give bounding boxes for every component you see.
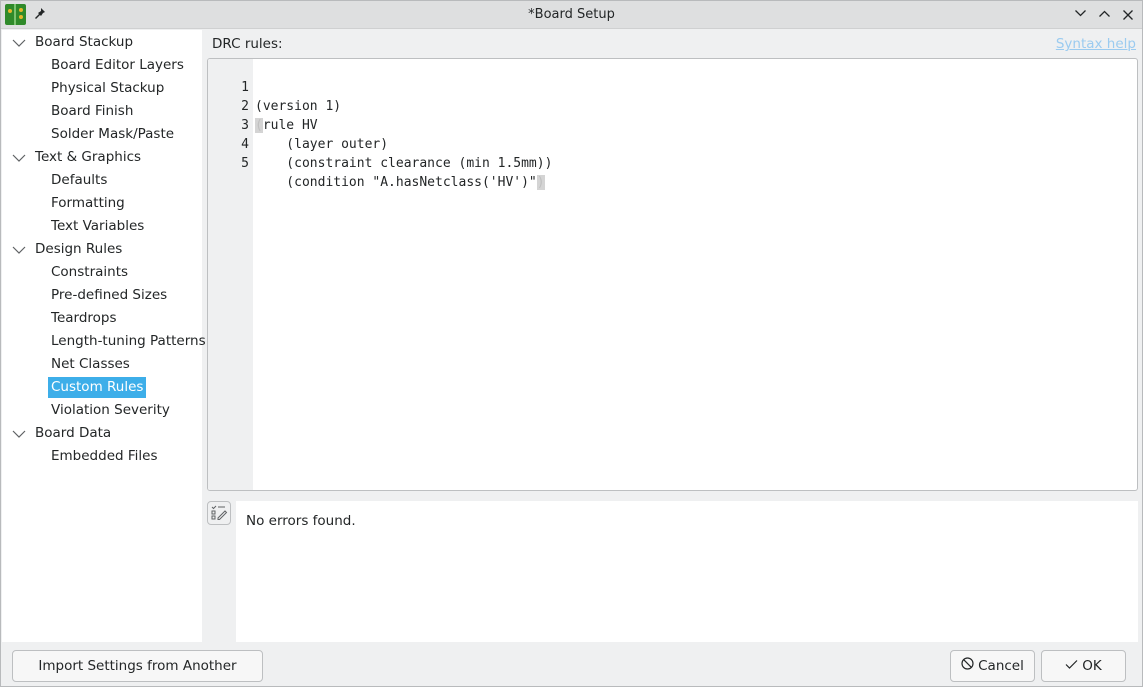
settings-tree: Board Stackup Board Editor Layers Physic… [2, 30, 206, 642]
code-line: 3 (layer outer) [208, 97, 388, 152]
tree-item-embedded-files[interactable]: Embedded Files [48, 446, 160, 467]
tree-item-custom-rules[interactable]: Custom Rules [48, 377, 147, 398]
code-line: 5 (condition "A.hasNetclass('HV')") [208, 135, 545, 190]
cancel-icon [961, 651, 974, 681]
ok-label: OK [1082, 658, 1102, 674]
code-text: (rule HV [255, 118, 318, 133]
check-rules-button[interactable] [207, 501, 231, 525]
chevron-down-icon[interactable] [12, 239, 26, 260]
title-bar: *Board Setup [1, 1, 1142, 29]
board-setup-dialog: *Board Setup Board Stackup Board Editor … [0, 0, 1143, 687]
tree-item-predefined-sizes[interactable]: Pre-defined Sizes [48, 285, 170, 306]
code-line: 1 (version 1) [208, 59, 341, 114]
matched-brace: ) [536, 175, 545, 190]
chevron-down-icon [1070, 10, 1090, 17]
checklist-icon [208, 505, 230, 528]
tree-item-solder-mask-paste[interactable]: Solder Mask/Paste [48, 124, 177, 145]
drc-rules-label: DRC rules: [212, 36, 283, 52]
code-text: (version 1) [255, 99, 342, 114]
tree-item-constraints[interactable]: Constraints [48, 262, 131, 283]
tree-item-net-classes[interactable]: Net Classes [48, 354, 133, 375]
ok-button[interactable]: OK [1041, 650, 1126, 682]
cancel-label: Cancel [978, 658, 1024, 674]
code-line: 4 (constraint clearance (min 1.5mm)) [208, 116, 552, 171]
check-icon [1065, 651, 1078, 681]
tree-item-text-variables[interactable]: Text Variables [48, 216, 147, 237]
matched-brace: ( [255, 118, 263, 133]
tree-item-violation-severity[interactable]: Violation Severity [48, 400, 173, 421]
syntax-help-link[interactable]: Syntax help [1056, 36, 1136, 52]
minimize-button[interactable] [1070, 5, 1090, 25]
code-text: (layer outer) [255, 137, 389, 152]
tree-item-teardrops[interactable]: Teardrops [48, 308, 120, 329]
tree-item-formatting[interactable]: Formatting [48, 193, 128, 214]
window-title: *Board Setup [528, 7, 615, 22]
tree-item-length-tuning-patterns[interactable]: Length-tuning Patterns [48, 331, 209, 352]
chevron-down-icon[interactable] [12, 32, 26, 53]
tree-item-board-editor-layers[interactable]: Board Editor Layers [48, 55, 187, 76]
line-number: 5 [241, 156, 249, 171]
maximize-button[interactable] [1094, 5, 1114, 25]
rules-editor[interactable]: 1 (version 1) 2 (rule HV 3 (layer outer)… [207, 58, 1138, 491]
code-line: 2 (rule HV [208, 78, 318, 133]
tree-item-defaults[interactable]: Defaults [48, 170, 110, 191]
chevron-down-icon[interactable] [12, 147, 26, 168]
tree-item-board-finish[interactable]: Board Finish [48, 101, 136, 122]
drc-results-panel: No errors found. [236, 501, 1138, 642]
import-settings-button[interactable]: Import Settings from Another Board... [12, 650, 263, 682]
close-icon [1118, 10, 1138, 20]
close-button[interactable] [1118, 5, 1138, 25]
code-text: (constraint clearance (min 1.5mm)) [255, 156, 553, 171]
chevron-up-icon [1094, 10, 1114, 17]
cancel-button[interactable]: Cancel [950, 650, 1035, 682]
results-message: No errors found. [246, 513, 356, 529]
tree-item-physical-stackup[interactable]: Physical Stackup [48, 78, 167, 99]
code-text: (condition "A.hasNetclass('HV')") [255, 175, 545, 190]
chevron-down-icon[interactable] [12, 423, 26, 444]
